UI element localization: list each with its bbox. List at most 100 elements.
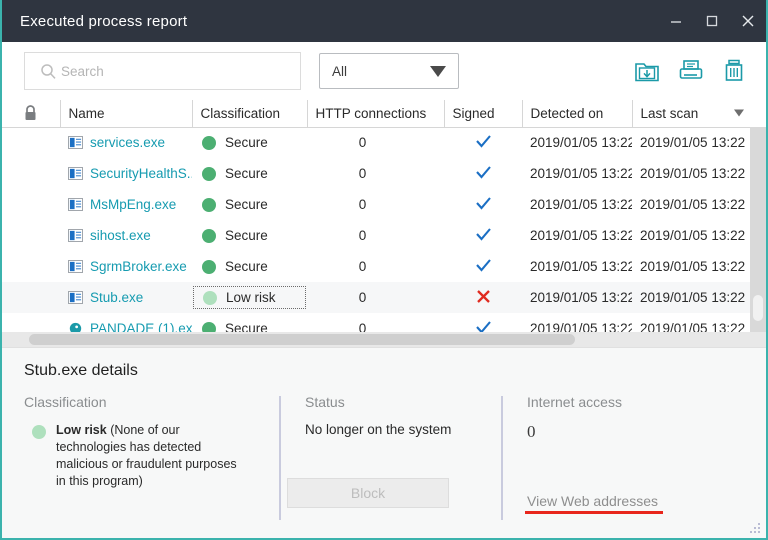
details-pane: Stub.exe details Classification Low risk…	[2, 347, 766, 538]
column-header-signed[interactable]: Signed	[444, 100, 523, 128]
row-name-cell[interactable]: SgrmBroker.exe	[60, 251, 192, 282]
process-table-container: Name Classification HTTP connections Sig…	[2, 100, 766, 347]
details-internet-section: Internet access 0 View Web addresses	[501, 394, 741, 526]
row-signed-cell	[444, 127, 522, 158]
internet-access-heading: Internet access	[527, 394, 622, 410]
column-header-detected-on[interactable]: Detected on	[522, 100, 633, 128]
table-row[interactable]: MsMpEng.exe Secure 0 2019/01/05 13:22 2019/0…	[2, 189, 754, 220]
row-detected-on-cell: 2019/01/05 13:22	[530, 197, 632, 212]
print-icon[interactable]	[676, 55, 706, 87]
table-row[interactable]: SgrmBroker.exe Secure 0 2019/01/05 13:22 201…	[2, 251, 754, 282]
row-classification-label: Secure	[225, 135, 268, 151]
row-http-connections-cell: 0	[358, 259, 367, 274]
row-detected-on-cell: 2019/01/05 13:22	[530, 228, 632, 243]
row-http-connections-cell: 0	[358, 228, 367, 243]
table-header-row: Name Classification HTTP connections Sig…	[2, 100, 754, 128]
view-web-addresses-label: View Web addresses	[527, 493, 658, 509]
details-classification-section: Classification Low risk (None of our tec…	[24, 394, 279, 526]
row-classification-cell[interactable]: Secure	[192, 127, 307, 158]
row-classification-cell[interactable]: Secure	[192, 251, 307, 282]
table-row[interactable]: sihost.exe Secure 0 2019/01/05 13:22 2019/01…	[2, 220, 754, 251]
app-window-icon	[68, 167, 83, 180]
signed-check-icon	[475, 258, 491, 272]
row-signed-cell	[444, 158, 522, 189]
classification-description: Low risk (None of our technologies has d…	[56, 422, 242, 490]
row-signed-cell	[444, 189, 522, 220]
row-classification-label: Low risk	[226, 290, 276, 305]
row-detected-on-cell: 2019/01/05 13:22	[530, 166, 632, 181]
low-risk-dot-icon	[32, 425, 46, 439]
export-icon[interactable]	[632, 55, 662, 87]
process-table: Name Classification HTTP connections Sig…	[2, 100, 754, 347]
row-name-cell[interactable]: services.exe	[60, 127, 192, 158]
table-row[interactable]: services.exe Secure 0 2019/01/05 13:22 2019/…	[2, 127, 754, 158]
row-classification-cell[interactable]: Secure	[192, 189, 307, 220]
row-classification-cell[interactable]: Secure	[192, 158, 307, 189]
row-detected-on-cell: 2019/01/05 13:22	[530, 135, 632, 151]
row-lock-cell	[2, 189, 60, 220]
internet-access-count: 0	[527, 422, 536, 441]
horizontal-scrollbar-thumb[interactable]	[29, 334, 575, 345]
app-window-icon	[68, 229, 83, 242]
window-controls	[658, 0, 766, 42]
table-row[interactable]: SecurityHealthS... Secure 0 2019/01/05 13:2…	[2, 158, 754, 189]
app-window-icon	[68, 136, 83, 150]
row-name-cell[interactable]: sihost.exe	[60, 220, 192, 251]
column-header-name[interactable]: Name	[60, 100, 193, 128]
window-title: Executed process report	[20, 12, 188, 30]
row-name-cell[interactable]: SecurityHealthS...	[60, 158, 192, 189]
row-last-scan-cell: 2019/01/05 13:22	[640, 259, 746, 274]
search-input[interactable]	[61, 63, 290, 79]
row-classification-cell[interactable]: Low risk	[192, 282, 307, 313]
row-classification-label: Secure	[225, 259, 268, 274]
row-lock-cell	[2, 282, 60, 313]
classification-level: Low risk	[56, 423, 107, 437]
vertical-scrollbar-thumb[interactable]	[753, 295, 763, 321]
row-classification-cell[interactable]: Secure	[192, 220, 307, 251]
chevron-down-icon	[430, 65, 446, 77]
maximize-icon	[706, 15, 718, 27]
column-header-classification[interactable]: Classification	[192, 100, 308, 128]
row-name-cell[interactable]: MsMpEng.exe	[60, 189, 192, 220]
maximize-button[interactable]	[694, 0, 730, 42]
app-window-icon	[68, 198, 83, 211]
delete-icon[interactable]	[720, 55, 750, 87]
row-signed-cell	[444, 251, 522, 282]
search-box[interactable]	[24, 52, 301, 90]
classification-heading: Classification	[24, 394, 107, 410]
close-icon	[742, 15, 754, 27]
row-name-label: MsMpEng.exe	[90, 197, 177, 212]
secure-dot-icon	[202, 135, 216, 150]
column-header-lock[interactable]	[2, 100, 61, 128]
resize-grip-icon[interactable]	[746, 519, 762, 535]
details-title: Stub.exe details	[24, 362, 138, 379]
row-name-label: Stub.exe	[90, 290, 144, 305]
table-row[interactable]: Stub.exe Low risk 0 2019/01/05 13:22 2019/01…	[2, 282, 754, 313]
table-vertical-scrollbar[interactable]	[750, 127, 766, 332]
close-button[interactable]	[730, 0, 766, 42]
secure-dot-icon	[202, 166, 216, 181]
column-header-last-scan[interactable]: Last scan	[632, 100, 754, 128]
row-last-scan-cell: 2019/01/05 13:22	[640, 166, 746, 181]
row-name-label: sihost.exe	[90, 228, 151, 243]
title-bar: Executed process report	[2, 0, 766, 42]
app-window-icon	[68, 291, 83, 304]
row-last-scan-cell: 2019/01/05 13:22	[640, 228, 746, 243]
unsigned-x-icon	[476, 289, 490, 303]
status-heading: Status	[305, 394, 345, 410]
row-signed-cell	[444, 220, 522, 251]
table-horizontal-scrollbar[interactable]	[2, 332, 766, 347]
row-http-connections-cell: 0	[358, 166, 367, 181]
row-name-cell[interactable]: Stub.exe	[60, 282, 192, 313]
signed-check-icon	[475, 135, 491, 148]
executed-process-report-window: Executed process report All	[0, 0, 768, 540]
classification-filter-dropdown[interactable]: All	[319, 53, 459, 89]
block-button[interactable]: Block	[287, 478, 449, 508]
app-window-icon	[68, 260, 83, 273]
lock-icon	[25, 105, 36, 121]
sort-desc-icon	[734, 109, 744, 117]
minimize-button[interactable]	[658, 0, 694, 42]
column-header-http-connections[interactable]: HTTP connections	[307, 100, 445, 128]
row-last-scan-cell: 2019/01/05 13:22	[640, 135, 746, 151]
view-web-addresses-link[interactable]: View Web addresses	[525, 493, 663, 514]
